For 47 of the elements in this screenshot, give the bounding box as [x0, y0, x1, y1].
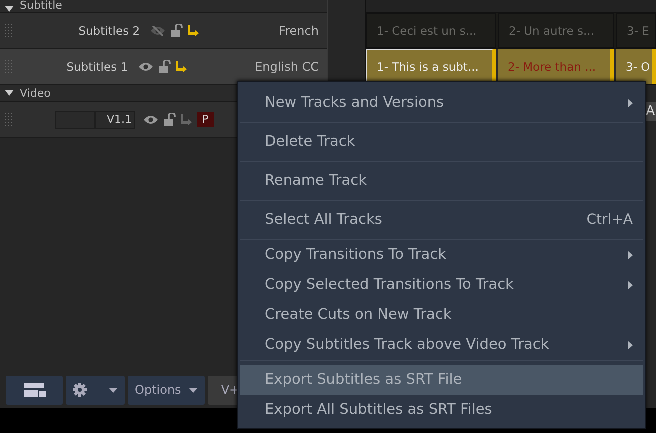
menu-item[interactable]: Create Cuts on New Track: [240, 300, 643, 330]
settings-button[interactable]: [66, 376, 125, 404]
unlocked-padlock-icon[interactable]: [164, 113, 176, 126]
track-name: Subtitles 2: [78, 24, 140, 38]
submenu-arrow-icon: [628, 98, 633, 108]
subtitle-clip[interactable]: 3- E: [616, 13, 656, 48]
settings-icon: [73, 383, 87, 397]
menu-item[interactable]: Copy Transitions To Track: [240, 240, 643, 270]
menu-item[interactable]: New Tracks and Versions: [240, 84, 643, 122]
unlocked-padlock-icon[interactable]: [159, 60, 172, 73]
subtitle-clip[interactable]: 3- O: [616, 49, 656, 84]
menu-item[interactable]: Rename Track: [240, 162, 643, 200]
menu-item[interactable]: Copy Subtitles Track above Video Track: [240, 330, 643, 360]
group-label: Subtitle: [20, 0, 62, 12]
eye-icon[interactable]: [138, 62, 154, 72]
shortcut-label: Ctrl+A: [586, 212, 633, 228]
turn-arrow-icon[interactable]: [176, 60, 188, 72]
track-language: French: [279, 24, 319, 38]
track-header[interactable]: Subtitles 1 English CC: [0, 49, 327, 85]
unlocked-padlock-icon[interactable]: [171, 24, 184, 37]
layout-button[interactable]: [6, 376, 63, 404]
track-name: Subtitles 1: [66, 60, 128, 74]
submenu-arrow-icon: [628, 280, 633, 290]
submenu-arrow-icon: [628, 340, 633, 350]
menu-item[interactable]: Select All Tracks Ctrl+A: [240, 201, 643, 239]
track-header[interactable]: Subtitles 2 French: [0, 13, 327, 49]
track-language: English CC: [255, 60, 319, 74]
expand-triangle-icon[interactable]: [5, 90, 14, 96]
subtitle-clip[interactable]: 1- This is a subt...: [366, 49, 496, 84]
eye-slash-icon[interactable]: [150, 26, 166, 36]
menu-item[interactable]: Delete Track: [240, 123, 643, 161]
options-button[interactable]: Options: [128, 376, 206, 404]
expand-triangle-icon[interactable]: [5, 6, 14, 12]
stacked-bars-icon: [24, 383, 46, 397]
menu-item[interactable]: Copy Selected Transitions To Track: [240, 270, 643, 300]
track-badge[interactable]: P: [197, 112, 214, 127]
eye-icon[interactable]: [143, 114, 159, 124]
menu-item[interactable]: Export Subtitles as SRT File: [240, 365, 643, 395]
subtitle-clip[interactable]: 1- Ceci est un s...: [366, 13, 496, 48]
turn-arrow-icon[interactable]: [188, 24, 200, 36]
subtitle-clip[interactable]: 2- Un autre s...: [498, 13, 614, 48]
group-label: Video: [20, 86, 51, 100]
track-name-field[interactable]: V1.1: [95, 110, 135, 128]
caret-icon: [189, 388, 198, 392]
submenu-arrow-icon: [628, 250, 633, 260]
caret-icon: [109, 388, 118, 392]
edge-label: A: [645, 102, 656, 121]
